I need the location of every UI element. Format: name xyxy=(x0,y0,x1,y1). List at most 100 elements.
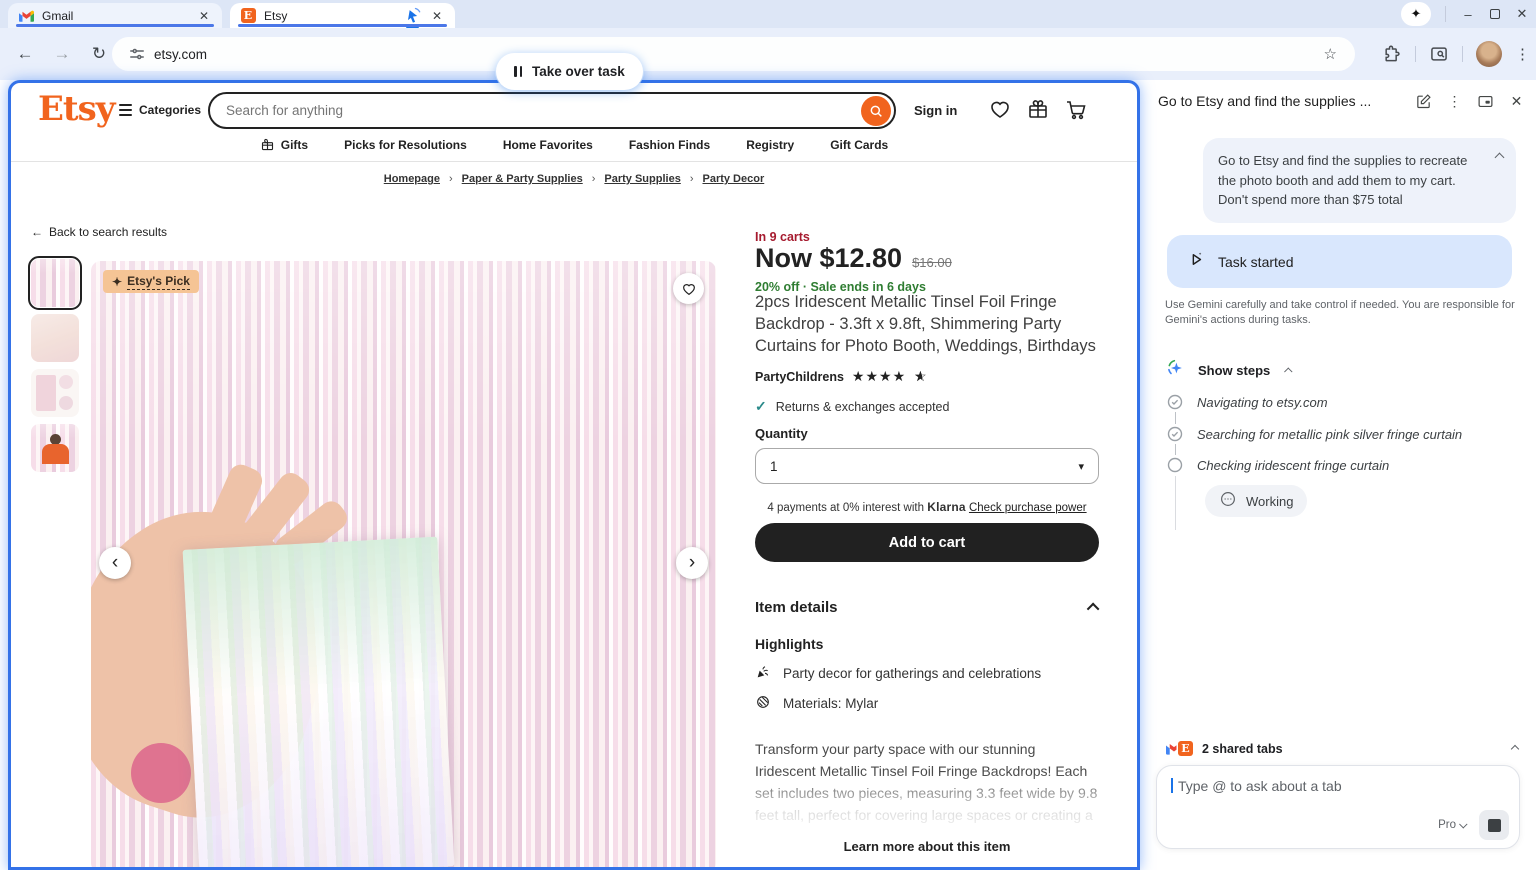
model-selector[interactable]: Pro xyxy=(1438,819,1467,831)
extensions-icon[interactable] xyxy=(1382,44,1402,64)
back-to-search-link[interactable]: ← Back to search results xyxy=(31,225,167,239)
crumb-separator: › xyxy=(449,173,453,185)
take-over-task-button[interactable]: Take over task xyxy=(496,53,643,90)
divider xyxy=(1445,6,1446,22)
thumbnail-4[interactable] xyxy=(31,424,79,472)
item-details-header[interactable]: Item details xyxy=(755,599,1099,616)
user-prompt-bubble[interactable]: Go to Etsy and find the supplies to recr… xyxy=(1203,138,1516,223)
collapse-icon xyxy=(1087,603,1100,616)
take-over-label: Take over task xyxy=(532,64,625,79)
thumbnail-2[interactable] xyxy=(31,314,79,362)
categories-button[interactable]: Categories xyxy=(119,103,201,117)
close-tab-icon[interactable]: ✕ xyxy=(196,8,212,24)
text-caret xyxy=(1171,778,1173,793)
thumbnail-1[interactable] xyxy=(31,259,79,307)
new-chat-icon[interactable] xyxy=(1414,92,1433,111)
side-search-icon[interactable] xyxy=(1429,44,1449,64)
nav-picks-for-resolutions[interactable]: Picks for Resolutions xyxy=(344,137,467,152)
shared-tabs-row[interactable]: E 2 shared tabs xyxy=(1166,741,1518,756)
gemini-sparkle-button[interactable]: ✦ xyxy=(1401,2,1431,26)
description-fade xyxy=(755,773,1099,841)
product-title[interactable]: 2pcs Iridescent Metallic Tinsel Foil Fri… xyxy=(755,291,1099,357)
close-panel-icon[interactable]: ✕ xyxy=(1507,92,1526,111)
reload-button[interactable]: ↻ xyxy=(87,44,111,64)
product-panel: In 9 carts Now $12.80 $16.00 20% off · S… xyxy=(755,83,1099,867)
forward-button[interactable]: → xyxy=(50,44,74,64)
window-controls: ✦ – ✕ xyxy=(1401,0,1530,28)
gemini-cursor-icon xyxy=(403,6,423,26)
nav-fashion-finds[interactable]: Fashion Finds xyxy=(629,137,710,152)
working-icon xyxy=(1219,490,1237,513)
gemini-disclaimer: Use Gemini carefully and take control if… xyxy=(1165,298,1517,328)
profile-avatar[interactable] xyxy=(1476,41,1502,67)
seller-row: PartyChildrens ★★★★ ☆★ xyxy=(755,368,928,385)
gemini-input-card[interactable]: Type @ to ask about a tab Pro xyxy=(1156,765,1520,849)
tab-gmail[interactable]: Gmail ✕ xyxy=(8,3,222,28)
quantity-select[interactable]: 1 ▾ xyxy=(755,448,1099,484)
klarna-brand: Klarna xyxy=(927,500,966,514)
shared-tab-indicator xyxy=(238,24,447,27)
etsy-logo[interactable]: Etsy xyxy=(38,89,115,129)
crumb-separator: › xyxy=(690,173,694,185)
close-window-button[interactable]: ✕ xyxy=(1514,6,1530,22)
browser-toolbar: ← → ↻ etsy.com ☆ xyxy=(0,28,1536,80)
collapse-shared-icon[interactable] xyxy=(1511,744,1519,752)
step-done: Navigating to etsy.com xyxy=(1167,394,1328,410)
minimize-button[interactable]: – xyxy=(1460,7,1476,22)
highlight-item: Party decor for gatherings and celebrati… xyxy=(755,664,1041,683)
bookmark-icon[interactable]: ☆ xyxy=(1324,45,1337,63)
prev-image-button[interactable]: ‹ xyxy=(99,547,131,579)
collapse-prompt-icon[interactable] xyxy=(1495,153,1505,163)
learn-more-link[interactable]: Learn more about this item xyxy=(755,839,1099,854)
crumb-paper-party-supplies[interactable]: Paper & Party Supplies xyxy=(462,173,583,185)
in-carts-note: In 9 carts xyxy=(755,230,810,244)
stop-button[interactable] xyxy=(1479,810,1509,840)
collapse-steps-icon xyxy=(1284,367,1292,375)
step-connector xyxy=(1175,444,1176,455)
back-button[interactable]: ← xyxy=(13,44,37,64)
next-image-button[interactable]: › xyxy=(676,547,708,579)
caret-down-icon: ▾ xyxy=(1078,460,1084,473)
quantity-label: Quantity xyxy=(755,426,808,441)
maximize-button[interactable] xyxy=(1490,9,1500,19)
gemini-input-placeholder[interactable]: Type @ to ask about a tab xyxy=(1178,778,1342,794)
quantity-value: 1 xyxy=(770,459,778,474)
badge-icon: ✦ xyxy=(112,275,122,289)
crumb-homepage[interactable]: Homepage xyxy=(384,173,440,185)
tab-title: Gmail xyxy=(42,9,196,23)
party-popper-icon xyxy=(755,664,771,683)
favorite-item-button[interactable] xyxy=(673,273,704,304)
original-price: $16.00 xyxy=(912,255,952,270)
categories-label: Categories xyxy=(139,103,201,117)
current-price: Now $12.80 xyxy=(755,243,902,274)
crumb-party-supplies[interactable]: Party Supplies xyxy=(604,173,680,185)
klarna-row: 4 payments at 0% interest with Klarna Ch… xyxy=(755,500,1099,514)
check-icon: ✓ xyxy=(755,398,767,415)
chrome-menu-icon[interactable]: ⋮ xyxy=(1515,45,1530,63)
returns-row: ✓ Returns & exchanges accepted xyxy=(755,398,949,415)
site-settings-icon[interactable] xyxy=(128,45,146,63)
etsy-page: Etsy Categories Sign in xyxy=(8,80,1140,870)
show-steps-toggle[interactable]: Show steps xyxy=(1166,358,1292,383)
rating-stars-icon: ★★★★ xyxy=(852,368,906,385)
star-half-icon: ☆★ xyxy=(914,368,928,385)
step-connector xyxy=(1175,476,1176,530)
panel-menu-icon[interactable]: ⋮ xyxy=(1445,92,1464,111)
back-arrow-icon: ← xyxy=(31,225,43,239)
address-bar[interactable]: etsy.com ☆ xyxy=(112,37,1355,71)
product-image[interactable]: ✦ Etsy's Pick ‹ › xyxy=(91,261,716,870)
check-purchase-power-link[interactable]: Check purchase power xyxy=(969,502,1087,514)
nav-gifts[interactable]: Gifts xyxy=(260,137,308,152)
crumb-separator: › xyxy=(592,173,596,185)
add-to-cart-button[interactable]: Add to cart xyxy=(755,523,1099,562)
seller-name[interactable]: PartyChildrens xyxy=(755,370,844,384)
close-tab-icon[interactable]: ✕ xyxy=(429,8,445,24)
open-in-window-icon[interactable] xyxy=(1476,92,1495,111)
materials-icon xyxy=(755,694,771,713)
price-row: Now $12.80 $16.00 xyxy=(755,243,952,274)
highlight-item: Materials: Mylar xyxy=(755,694,878,713)
step-done: Searching for metallic pink silver fring… xyxy=(1167,426,1462,442)
nav-home-favorites[interactable]: Home Favorites xyxy=(503,137,593,152)
thumbnail-3[interactable] xyxy=(31,369,79,417)
tab-etsy[interactable]: E Etsy ✕ xyxy=(230,3,455,28)
